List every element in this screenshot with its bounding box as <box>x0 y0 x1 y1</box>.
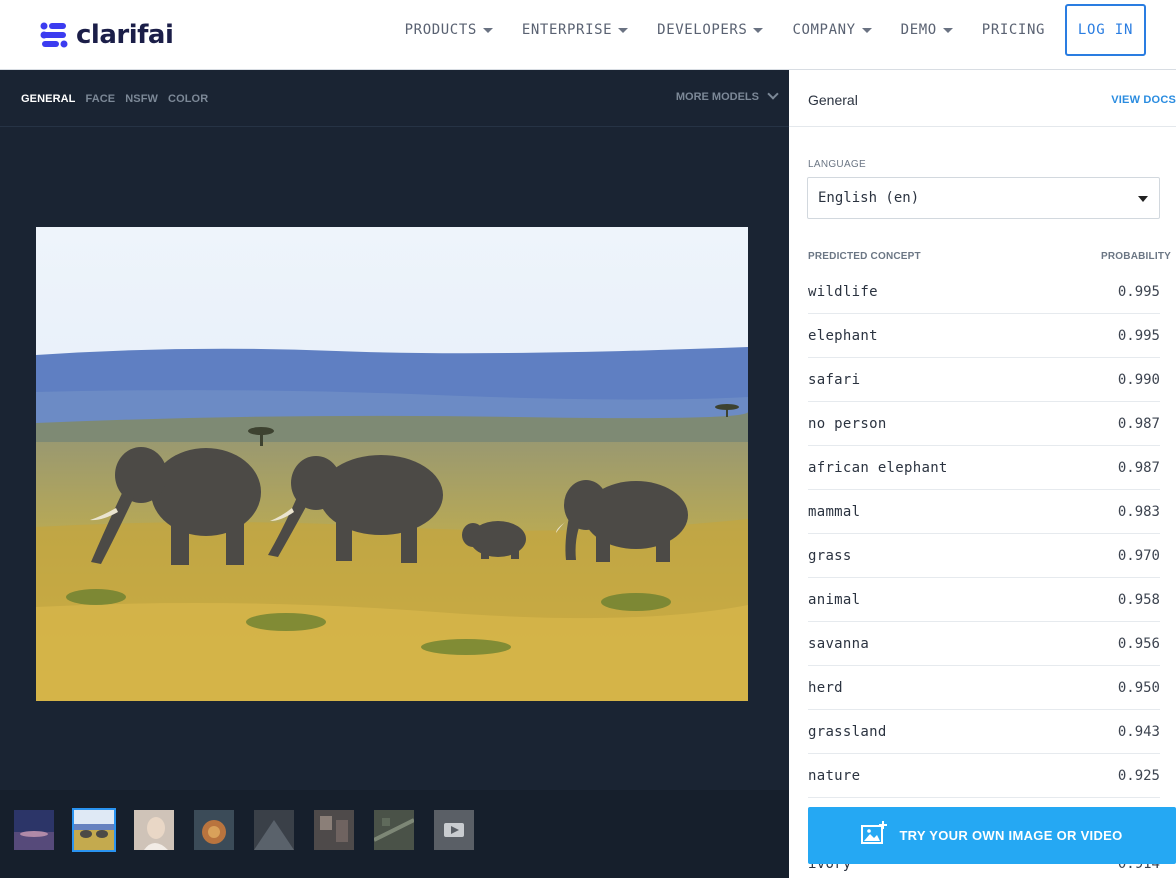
caret-down-icon <box>482 27 493 33</box>
concept-probability: 0.958 <box>1117 592 1160 608</box>
concept-name: herd <box>808 680 843 696</box>
concept-row: mammal 0.983 <box>808 490 1160 534</box>
dropdown-arrow-icon <box>1138 196 1148 202</box>
predicted-concept-header: PREDICTED CONCEPT <box>808 251 921 262</box>
concept-probability: 0.995 <box>1117 328 1160 344</box>
concept-probability: 0.983 <box>1117 504 1160 520</box>
concept-row: grassland 0.943 <box>808 710 1160 754</box>
tab-face[interactable]: FACE <box>85 93 115 105</box>
try-own-image-label: TRY YOUR OWN IMAGE OR VIDEO <box>899 828 1123 843</box>
concept-probability: 0.987 <box>1117 416 1160 432</box>
thumbnail-interior[interactable] <box>314 810 354 850</box>
preview-image-elephants <box>36 227 748 701</box>
concept-row: animal 0.958 <box>808 578 1160 622</box>
nav-developers-label: DEVELOPERS <box>657 22 748 38</box>
tab-nsfw[interactable]: NSFW <box>125 93 158 105</box>
concept-probability: 0.956 <box>1117 636 1160 652</box>
nav-products[interactable]: PRODUCTS <box>405 22 493 38</box>
concept-row: grass 0.970 <box>808 534 1160 578</box>
concept-row: elephant 0.995 <box>808 314 1160 358</box>
concept-probability: 0.970 <box>1117 548 1160 564</box>
nav-pricing-label: PRICING <box>981 22 1045 38</box>
thumbnail-aerial[interactable] <box>374 810 414 850</box>
panel-header: General VIEW DOCS <box>789 70 1176 127</box>
caret-down-icon <box>942 27 953 33</box>
thumbnail-video[interactable] <box>434 810 474 850</box>
concept-probability: 0.950 <box>1117 680 1160 696</box>
chevron-down-icon <box>767 88 779 100</box>
nav-demo[interactable]: DEMO <box>901 22 953 38</box>
login-button[interactable]: LOG IN <box>1065 4 1146 56</box>
try-own-image-button[interactable]: TRY YOUR OWN IMAGE OR VIDEO <box>808 807 1176 864</box>
concept-name: grass <box>808 548 852 564</box>
panel-title: General <box>808 92 858 108</box>
tab-general[interactable]: GENERAL <box>21 93 75 105</box>
concept-row: no person 0.987 <box>808 402 1160 446</box>
nav-company-label: COMPANY <box>792 22 856 38</box>
nav-enterprise[interactable]: ENTERPRISE <box>521 22 629 38</box>
nav-company[interactable]: COMPANY <box>792 22 872 38</box>
nav-pricing[interactable]: PRICING <box>982 22 1045 38</box>
concept-probability: 0.990 <box>1117 372 1160 388</box>
caret-down-icon <box>861 27 872 33</box>
concept-name: no person <box>808 416 887 432</box>
concept-name: nature <box>808 768 861 784</box>
main-nav: PRODUCTS ENTERPRISE DEVELOPERS COMPANY D… <box>376 4 1146 56</box>
concept-row: african elephant 0.987 <box>808 446 1160 490</box>
concept-row: herd 0.950 <box>808 666 1160 710</box>
thumbnail-elephants[interactable] <box>72 808 116 852</box>
concept-name: african elephant <box>808 460 948 476</box>
thumbnail-strip <box>0 790 789 878</box>
nav-enterprise-label: ENTERPRISE <box>521 22 613 38</box>
thumbnail-portrait[interactable] <box>134 810 174 850</box>
nav-demo-label: DEMO <box>900 22 937 38</box>
thumbnail-food[interactable] <box>194 810 234 850</box>
concept-row: wildlife 0.995 <box>808 270 1160 314</box>
concept-probability: 0.925 <box>1117 768 1160 784</box>
concept-name: safari <box>808 372 861 388</box>
thumbnail-street[interactable] <box>254 810 294 850</box>
model-selector-bar: GENERAL FACE NSFW COLOR MORE MODELS <box>0 70 789 127</box>
concept-name: savanna <box>808 636 870 652</box>
more-models-dropdown[interactable]: MORE MODELS <box>675 88 779 103</box>
prediction-panel: General VIEW DOCS LANGUAGE English (en) … <box>789 70 1176 878</box>
concept-row: safari 0.990 <box>808 358 1160 402</box>
concept-probability: 0.943 <box>1117 724 1160 740</box>
caret-down-icon <box>753 27 764 33</box>
view-docs-link[interactable]: VIEW DOCS <box>1111 94 1176 106</box>
language-select[interactable]: English (en) <box>807 177 1160 219</box>
top-navigation-bar: clarifai PRODUCTS ENTERPRISE DEVELOPERS … <box>0 0 1176 70</box>
tab-color[interactable]: COLOR <box>168 93 208 105</box>
image-add-icon <box>861 821 888 850</box>
caret-down-icon <box>618 27 629 33</box>
concept-name: elephant <box>808 328 878 344</box>
concept-probability: 0.987 <box>1117 460 1160 476</box>
clarifai-logo[interactable]: clarifai <box>40 20 174 50</box>
concept-name: wildlife <box>808 284 878 300</box>
logo-wordmark: clarifai <box>76 20 174 50</box>
language-select-value: English (en) <box>818 190 920 206</box>
model-tabs: GENERAL FACE NSFW COLOR <box>21 93 218 105</box>
image-viewer: GENERAL FACE NSFW COLOR MORE MODELS <box>0 70 789 878</box>
clarifai-logo-icon <box>40 22 68 48</box>
more-models-label: MORE MODELS <box>675 91 759 103</box>
concept-list: wildlife 0.995 elephant 0.995 safari 0.990 … <box>808 270 1160 878</box>
language-label: LANGUAGE <box>808 159 866 170</box>
concept-probability: 0.995 <box>1117 284 1160 300</box>
concept-name: grassland <box>808 724 887 740</box>
concept-name: mammal <box>808 504 861 520</box>
nav-products-label: PRODUCTS <box>404 22 477 38</box>
nav-developers[interactable]: DEVELOPERS <box>657 22 764 38</box>
thumbnail-sunset[interactable] <box>14 810 54 850</box>
concept-row: savanna 0.956 <box>808 622 1160 666</box>
concept-name: animal <box>808 592 861 608</box>
concept-row: nature 0.925 <box>808 754 1160 798</box>
probability-header: PROBABILITY <box>1101 251 1171 262</box>
